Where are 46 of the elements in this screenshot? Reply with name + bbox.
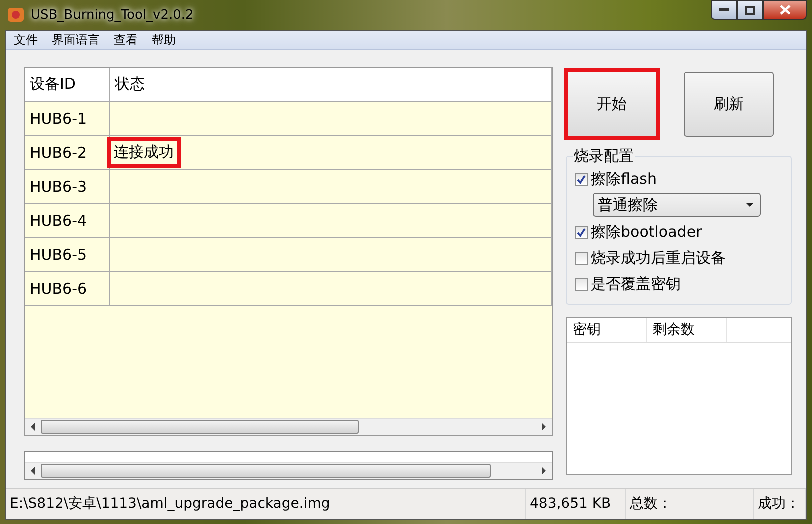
column-header: 密钥 [567, 318, 647, 342]
refresh-button[interactable]: 刷新 [684, 72, 774, 136]
table-cell: HUB6-2 [25, 136, 110, 170]
status-text: 总数： [626, 489, 754, 519]
menu-item[interactable]: 查看 [114, 32, 138, 48]
minimize-icon [719, 8, 729, 12]
scroll-left-icon[interactable] [31, 423, 35, 431]
minimize-button[interactable] [711, 0, 737, 20]
app-icon [7, 6, 25, 24]
menu-item[interactable]: 帮助 [152, 32, 176, 48]
close-icon [780, 5, 790, 15]
column-header: 设备ID [25, 68, 110, 102]
scroll-left-icon[interactable] [31, 467, 35, 475]
scroll-right-icon[interactable] [542, 423, 546, 431]
checkbox-label: 擦除bootloader [591, 222, 702, 242]
table-cell: 连接成功 [110, 136, 552, 170]
status-text: 成功： [754, 489, 806, 519]
status-text: E:\S812\安卓\1113\aml_upgrade_package.img [6, 489, 526, 519]
erase-mode-dropdown[interactable]: 普通擦除 [593, 193, 761, 217]
close-button[interactable] [763, 0, 807, 20]
table-cell: HUB6-6 [25, 272, 110, 306]
table-cell: HUB6-4 [25, 204, 110, 238]
scroll-right-icon[interactable] [542, 467, 546, 475]
column-header: 剩余数 [647, 318, 727, 342]
scrollbar-thumb[interactable] [41, 464, 491, 478]
caret-icon [746, 203, 754, 207]
maximize-icon [745, 6, 755, 14]
checkbox[interactable] [575, 226, 588, 238]
start-button[interactable]: 开始 [564, 68, 660, 140]
checkbox[interactable] [575, 252, 588, 264]
checkbox-label: 是否覆盖密钥 [591, 274, 681, 294]
checkbox[interactable] [575, 278, 588, 290]
column-header: 状态 [110, 68, 552, 102]
checkbox[interactable] [575, 172, 588, 186]
group-title: 烧录配置 [573, 147, 635, 166]
checkbox-label: 擦除flash [591, 170, 657, 188]
window-title: USB_Burning_Tool_v2.0.2 [31, 8, 194, 22]
menu-item[interactable]: 文件 [14, 32, 38, 48]
table-cell: HUB6-5 [25, 238, 110, 272]
table-cell: HUB6-1 [25, 102, 110, 136]
status-text: 483,651 KB [526, 489, 626, 519]
maximize-button[interactable] [737, 0, 763, 20]
scrollbar-thumb[interactable] [41, 420, 359, 434]
table-cell: HUB6-3 [25, 170, 110, 204]
checkbox-label: 烧录成功后重启设备 [591, 248, 726, 268]
menu-item[interactable]: 界面语言 [52, 32, 100, 48]
